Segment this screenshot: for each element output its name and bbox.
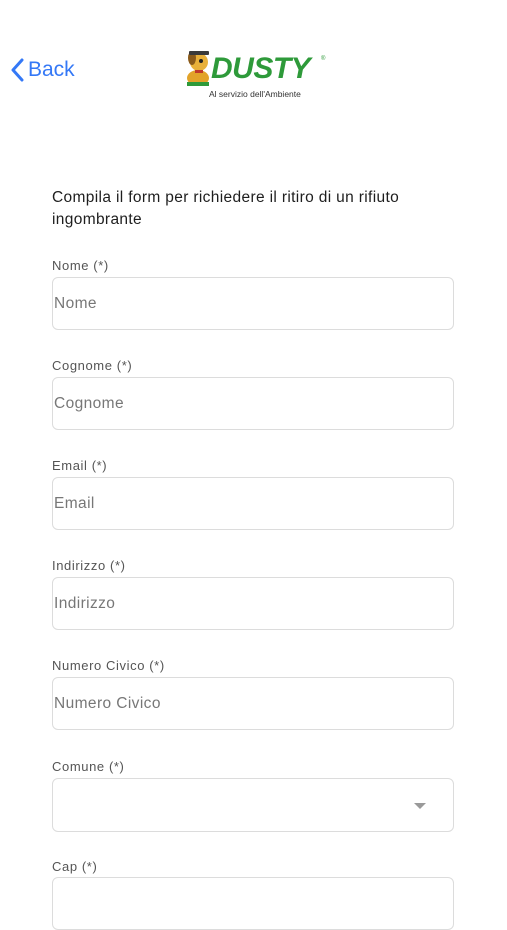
label-cognome: Cognome (*): [52, 358, 133, 373]
cap-input[interactable]: [52, 877, 454, 930]
comune-select[interactable]: [52, 778, 454, 832]
dog-mascot-icon: [187, 51, 209, 86]
navigation-bar: Back DUSTY ® Al servizio dell'Ambiente: [0, 0, 507, 130]
indirizzo-input[interactable]: [52, 577, 454, 630]
cognome-input[interactable]: [52, 377, 454, 430]
label-numero-civico: Numero Civico (*): [52, 658, 165, 673]
email-input[interactable]: [52, 477, 454, 530]
brand-logo: DUSTY ® Al servizio dell'Ambiente: [183, 46, 328, 102]
label-indirizzo: Indirizzo (*): [52, 558, 126, 573]
label-comune: Comune (*): [52, 759, 125, 774]
label-email: Email (*): [52, 458, 108, 473]
chevron-left-icon: [11, 58, 24, 82]
label-cap: Cap (*): [52, 859, 98, 874]
back-button-label: Back: [28, 58, 75, 81]
logo-tagline: Al servizio dell'Ambiente: [209, 89, 301, 99]
back-button[interactable]: Back: [10, 58, 75, 82]
dropdown-caret-icon: [414, 803, 426, 809]
numero-civico-input[interactable]: [52, 677, 454, 730]
label-nome: Nome (*): [52, 258, 109, 273]
nome-input[interactable]: [52, 277, 454, 330]
logo-wordmark: DUSTY: [211, 52, 311, 85]
registered-mark: ®: [321, 56, 326, 62]
form-intro-text: Compila il form per richiedere il ritiro…: [52, 189, 400, 228]
